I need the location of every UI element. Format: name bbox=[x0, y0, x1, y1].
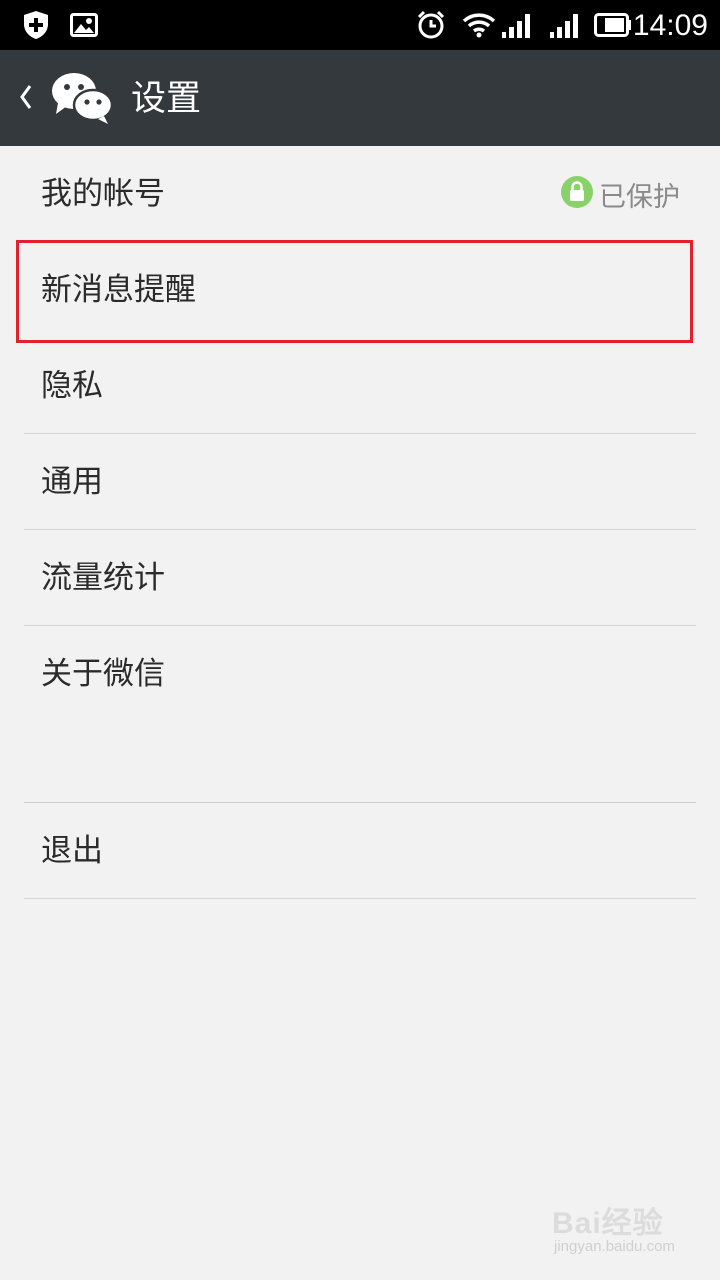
account-protection-status: 已保护 bbox=[561, 146, 680, 242]
settings-item-label: 隐私 bbox=[41, 368, 103, 404]
logout-label: 退出 bbox=[41, 833, 103, 869]
settings-item-privacy[interactable]: 隐私 bbox=[0, 338, 720, 434]
watermark-text: Bai经验 bbox=[552, 1207, 664, 1240]
settings-list: 我的帐号 已保护 新消息提醒 隐私 通用 流量统计 关于微信 退出 bbox=[0, 146, 720, 899]
battery-icon bbox=[594, 0, 632, 50]
logout-button[interactable]: 退出 bbox=[0, 803, 720, 899]
wechat-logo-icon bbox=[50, 70, 114, 130]
settings-item-general[interactable]: 通用 bbox=[0, 434, 720, 530]
image-icon bbox=[70, 0, 98, 50]
page-title: 设置 bbox=[131, 79, 202, 119]
wifi-icon bbox=[462, 0, 496, 50]
settings-item-account[interactable]: 我的帐号 已保护 bbox=[0, 146, 720, 242]
alarm-icon bbox=[416, 0, 446, 50]
clock-time: 14:09 bbox=[632, 9, 708, 42]
settings-item-label: 关于微信 bbox=[41, 656, 165, 692]
shield-plus-icon bbox=[22, 0, 50, 50]
status-bar: 14:09 bbox=[0, 0, 720, 50]
divider bbox=[24, 898, 696, 899]
settings-item-label: 通用 bbox=[41, 464, 103, 500]
settings-item-label: 我的帐号 bbox=[41, 176, 165, 212]
signal-icon bbox=[502, 0, 532, 50]
watermark-url: jingyan.baidu.com bbox=[554, 1238, 675, 1255]
action-bar: 设置 bbox=[0, 50, 720, 146]
lock-icon bbox=[561, 176, 593, 212]
chevron-left-icon bbox=[18, 82, 34, 116]
protection-status-text: 已保护 bbox=[599, 181, 680, 213]
settings-item-data-usage[interactable]: 流量统计 bbox=[0, 530, 720, 626]
signal-icon bbox=[550, 0, 580, 50]
settings-item-label: 流量统计 bbox=[41, 560, 165, 596]
settings-item-about[interactable]: 关于微信 bbox=[0, 626, 720, 722]
settings-item-label: 新消息提醒 bbox=[41, 272, 196, 308]
settings-item-new-message-notification[interactable]: 新消息提醒 bbox=[0, 242, 720, 338]
baidu-jingyan-watermark: Bai经验 jingyan.baidu.com bbox=[548, 1198, 698, 1268]
back-button[interactable] bbox=[0, 50, 130, 146]
